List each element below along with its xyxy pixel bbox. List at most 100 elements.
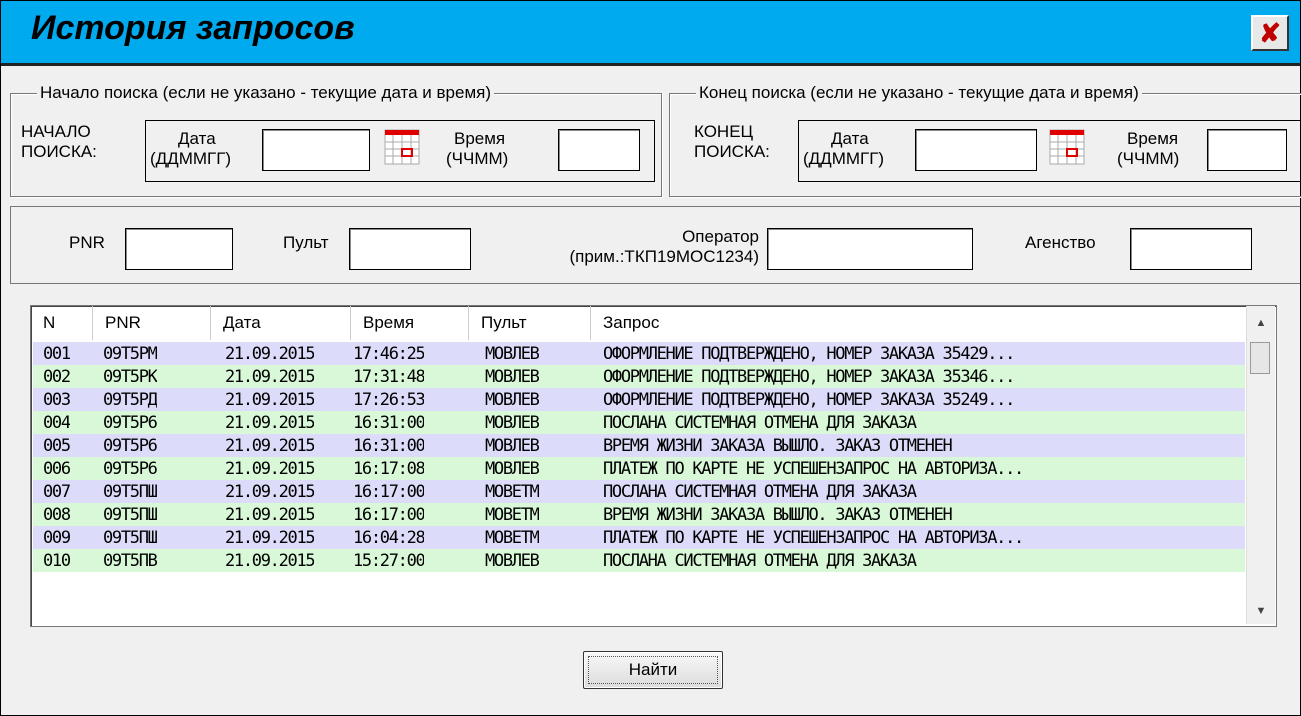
cell-pult: МОВЛЕВ [485, 367, 539, 387]
cell-pnr: 09Т5РК [103, 367, 157, 387]
pnr-input[interactable] [125, 228, 233, 270]
cell-pult: МОВЕТМ [485, 482, 539, 502]
cell-time: 16:17:00 [353, 482, 425, 502]
cell-request: ОФОРМЛЕНИЕ ПОДТВЕРЖДЕНО, НОМЕР ЗАКАЗА 35… [603, 367, 1015, 387]
start-date-label: Дата (ДДММГГ) [150, 129, 232, 168]
cell-request: ПЛАТЕЖ ПО КАРТЕ НЕ УСПЕШЕНЗАПРОС НА АВТО… [603, 528, 1024, 548]
cell-time: 16:17:00 [353, 505, 425, 525]
column-header-request[interactable]: Запрос [591, 306, 1245, 340]
end-date-label: Дата (ДДММГГ) [803, 129, 885, 168]
calendar-icon[interactable] [384, 129, 420, 165]
table-row[interactable]: 007 09Т5ПШ 21.09.2015 16:17:00 МОВЕТМ ПОСЛАНА… [33, 480, 1245, 503]
cell-n: 010 [43, 551, 70, 571]
cell-time: 17:31:48 [353, 367, 425, 387]
column-header-date[interactable]: Дата [211, 306, 351, 340]
end-datetime-box: Дата (ДДММГГ) Время (ЧЧММ) [798, 120, 1301, 182]
cell-time: 17:46:25 [353, 344, 425, 364]
results-table[interactable]: N PNR Дата Время Пульт Запрос 001 09Т5РМ 2… [30, 305, 1277, 627]
column-header-pnr[interactable]: PNR [93, 306, 211, 340]
table-row[interactable]: 003 09Т5РД 21.09.2015 17:26:53 МОВЛЕВ ОФОРМЛЕ… [33, 388, 1245, 411]
cell-n: 003 [43, 390, 70, 410]
column-header-n[interactable]: N [31, 306, 93, 340]
end-search-label: КОНЕЦ ПОИСКА: [694, 122, 770, 161]
cell-n: 001 [43, 344, 70, 364]
pnr-label: PNR [69, 233, 105, 252]
cell-n: 002 [43, 367, 70, 387]
start-date-input[interactable] [262, 129, 370, 171]
cell-pult: МОВЛЕВ [485, 413, 539, 433]
cell-n: 009 [43, 528, 70, 548]
table-row[interactable]: 001 09Т5РМ 21.09.2015 17:46:25 МОВЛЕВ ОФОРМЛЕ… [33, 342, 1245, 365]
scroll-up-icon[interactable]: ▲ [1247, 312, 1275, 334]
focus-rect [588, 656, 718, 684]
cell-request: ВРЕМЯ ЖИЗНИ ЗАКАЗА ВЫШЛО. ЗАКАЗ ОТМЕНЕН [603, 505, 953, 525]
find-button[interactable]: Найти [583, 651, 723, 689]
table-row[interactable]: 004 09Т5Р6 21.09.2015 16:31:00 МОВЛЕВ ПОСЛАНА… [33, 411, 1245, 434]
table-row[interactable]: 008 09Т5ПШ 21.09.2015 16:17:00 МОВЕТМ ВРЕМЯ Ж… [33, 503, 1245, 526]
cell-pult: МОВЛЕВ [485, 390, 539, 410]
operator-input[interactable] [767, 228, 973, 270]
close-button[interactable]: ✘ [1251, 15, 1289, 51]
cell-request: ПОСЛАНА СИСТЕМНАЯ ОТМЕНА ДЛЯ ЗАКАЗА [603, 482, 917, 502]
cell-n: 007 [43, 482, 70, 502]
cell-date: 21.09.2015 [225, 367, 315, 387]
cell-date: 21.09.2015 [225, 551, 315, 571]
calendar-icon[interactable] [1049, 129, 1085, 165]
cell-n: 006 [43, 459, 70, 479]
close-icon: ✘ [1259, 18, 1281, 48]
start-datetime-box: Дата (ДДММГГ) Время (ЧЧММ) [145, 120, 655, 182]
table-row[interactable]: 005 09Т5Р6 21.09.2015 16:31:00 МОВЛЕВ ВРЕМЯ Ж… [33, 434, 1245, 457]
cell-time: 17:26:53 [353, 390, 425, 410]
table-row[interactable]: 002 09Т5РК 21.09.2015 17:31:48 МОВЛЕВ ОФОРМЛЕ… [33, 365, 1245, 388]
cell-time: 16:31:00 [353, 436, 425, 456]
table-row[interactable]: 006 09Т5Р6 21.09.2015 16:17:08 МОВЛЕВ ПЛАТЕЖ … [33, 457, 1245, 480]
cell-pult: МОВЛЕВ [485, 551, 539, 571]
cell-date: 21.09.2015 [225, 482, 315, 502]
cell-date: 21.09.2015 [225, 344, 315, 364]
table-row[interactable]: 009 09Т5ПШ 21.09.2015 16:04:28 МОВЕТМ ПЛАТЕЖ … [33, 526, 1245, 549]
pult-label: Пульт [283, 233, 329, 252]
cell-request: ОФОРМЛЕНИЕ ПОДТВЕРЖДЕНО, НОМЕР ЗАКАЗА 35… [603, 390, 1015, 410]
start-search-group: Начало поиска (если не указано - текущие… [10, 83, 662, 197]
cell-request: ПОСЛАНА СИСТЕМНАЯ ОТМЕНА ДЛЯ ЗАКАЗА [603, 413, 917, 433]
start-time-input[interactable] [558, 129, 640, 171]
cell-pult: МОВЛЕВ [485, 459, 539, 479]
cell-date: 21.09.2015 [225, 459, 315, 479]
table-row[interactable]: 010 09Т5ПВ 21.09.2015 15:27:00 МОВЛЕВ ПОСЛАНА… [33, 549, 1245, 572]
operator-label: Оператор (прим.:ТКП19МОС1234) [569, 227, 759, 266]
cell-pult: МОВЕТМ [485, 505, 539, 525]
end-time-input[interactable] [1207, 129, 1287, 171]
cell-time: 16:31:00 [353, 413, 425, 433]
cell-date: 21.09.2015 [225, 436, 315, 456]
cell-pnr: 09Т5ПШ [103, 482, 157, 502]
agency-input[interactable] [1130, 228, 1252, 270]
cell-pnr: 09Т5РМ [103, 344, 157, 364]
end-date-input[interactable] [915, 129, 1037, 171]
pult-input[interactable] [349, 228, 471, 270]
cell-time: 15:27:00 [353, 551, 425, 571]
filters-group: PNR Пульт Оператор (прим.:ТКП19МОС1234) … [10, 206, 1300, 284]
cell-pnr: 09Т5Р6 [103, 459, 157, 479]
column-header-time[interactable]: Время [351, 306, 469, 340]
cell-request: ВРЕМЯ ЖИЗНИ ЗАКАЗА ВЫШЛО. ЗАКАЗ ОТМЕНЕН [603, 436, 953, 456]
cell-request: ПЛАТЕЖ ПО КАРТЕ НЕ УСПЕШЕНЗАПРОС НА АВТО… [603, 459, 1024, 479]
column-header-pult[interactable]: Пульт [469, 306, 591, 340]
scroll-down-icon[interactable]: ▼ [1247, 600, 1275, 622]
cell-n: 005 [43, 436, 70, 456]
window-title: История запросов [31, 9, 355, 47]
cell-request: ОФОРМЛЕНИЕ ПОДТВЕРЖДЕНО, НОМЕР ЗАКАЗА 35… [603, 344, 1015, 364]
cell-n: 008 [43, 505, 70, 525]
cell-date: 21.09.2015 [225, 390, 315, 410]
cell-request: ПОСЛАНА СИСТЕМНАЯ ОТМЕНА ДЛЯ ЗАКАЗА [603, 551, 917, 571]
cell-pnr: 09Т5Р6 [103, 413, 157, 433]
cell-time: 16:17:08 [353, 459, 425, 479]
cell-pnr: 09Т5ПВ [103, 551, 157, 571]
cell-pult: МОВЛЕВ [485, 344, 539, 364]
cell-date: 21.09.2015 [225, 413, 315, 433]
end-search-legend: Конец поиска (если не указано - текущие … [696, 83, 1142, 103]
table-header: N PNR Дата Время Пульт Запрос [31, 306, 1245, 340]
vertical-scrollbar[interactable]: ▲ ▼ [1246, 306, 1275, 624]
cell-time: 16:04:28 [353, 528, 425, 548]
scrollbar-thumb[interactable] [1250, 342, 1270, 374]
start-time-label: Время (ЧЧММ) [446, 129, 509, 168]
